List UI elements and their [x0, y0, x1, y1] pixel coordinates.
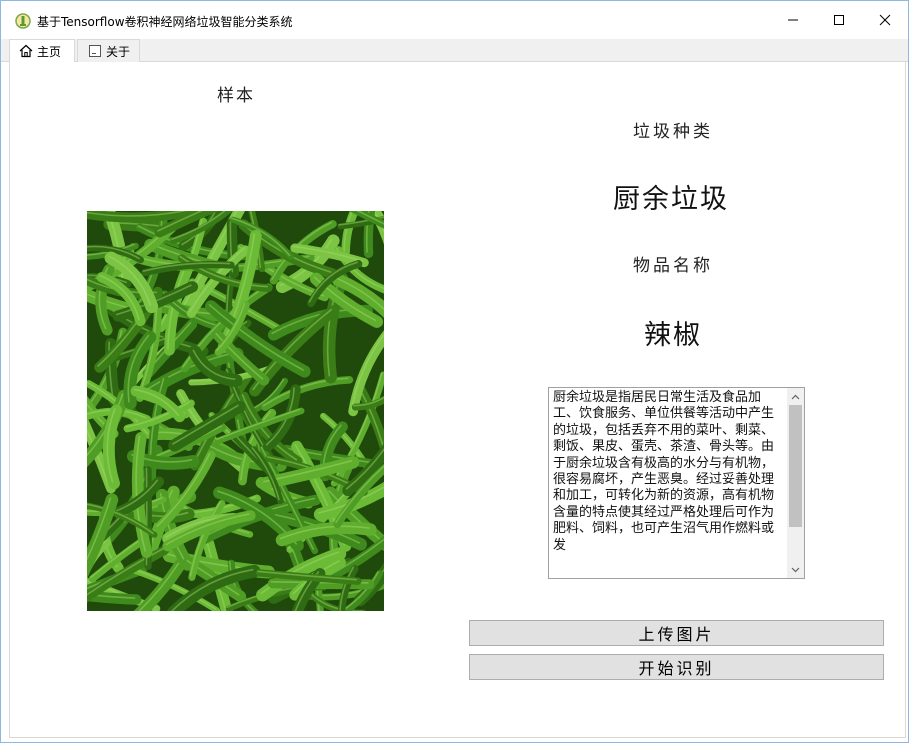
maximize-icon [834, 15, 844, 25]
close-button[interactable] [862, 1, 908, 39]
document-icon [89, 45, 101, 57]
chevron-up-icon [791, 394, 800, 399]
description-textbox[interactable]: 厨余垃圾是指居民日常生活及食品加工、饮食服务、单位供餐等活动中产生的垃圾，包括丢… [548, 387, 805, 579]
tab-about-label: 关于 [106, 44, 131, 59]
start-recognition-button[interactable]: 开始识别 [469, 654, 884, 680]
sample-label: 样本 [217, 86, 255, 106]
scroll-up-button[interactable] [787, 388, 804, 405]
window-title: 基于Tensorflow卷积神经网络垃圾智能分类系统 [37, 15, 293, 29]
close-icon [879, 14, 891, 26]
app-window: 基于Tensorflow卷积神经网络垃圾智能分类系统 主页 关于 样本 垃圾种类… [0, 0, 909, 743]
garbage-type-value: 厨余垃圾 [613, 184, 729, 215]
tab-bar: 主页 关于 [1, 39, 908, 63]
tab-home-label: 主页 [37, 44, 62, 59]
home-icon [19, 44, 33, 58]
green-chili-peppers-photo [87, 211, 384, 611]
description-scrollbar[interactable] [787, 388, 804, 578]
item-name-value: 辣椒 [644, 320, 702, 351]
tab-home[interactable]: 主页 [9, 39, 75, 63]
sample-image [87, 211, 384, 611]
minimize-icon [788, 19, 798, 21]
item-name-heading: 物品名称 [633, 256, 713, 276]
scroll-down-button[interactable] [787, 561, 804, 578]
scroll-thumb[interactable] [789, 405, 802, 527]
description-text: 厨余垃圾是指居民日常生活及食品加工、饮食服务、单位供餐等活动中产生的垃圾，包括丢… [553, 390, 775, 553]
minimize-button[interactable] [770, 1, 816, 39]
maximize-button[interactable] [816, 1, 862, 39]
garbage-type-heading: 垃圾种类 [633, 122, 713, 142]
chevron-down-icon [791, 567, 800, 572]
tab-about[interactable]: 关于 [77, 39, 140, 62]
app-logo-icon [15, 13, 31, 29]
title-bar[interactable]: 基于Tensorflow卷积神经网络垃圾智能分类系统 [1, 1, 908, 39]
upload-image-button[interactable]: 上传图片 [469, 620, 884, 646]
